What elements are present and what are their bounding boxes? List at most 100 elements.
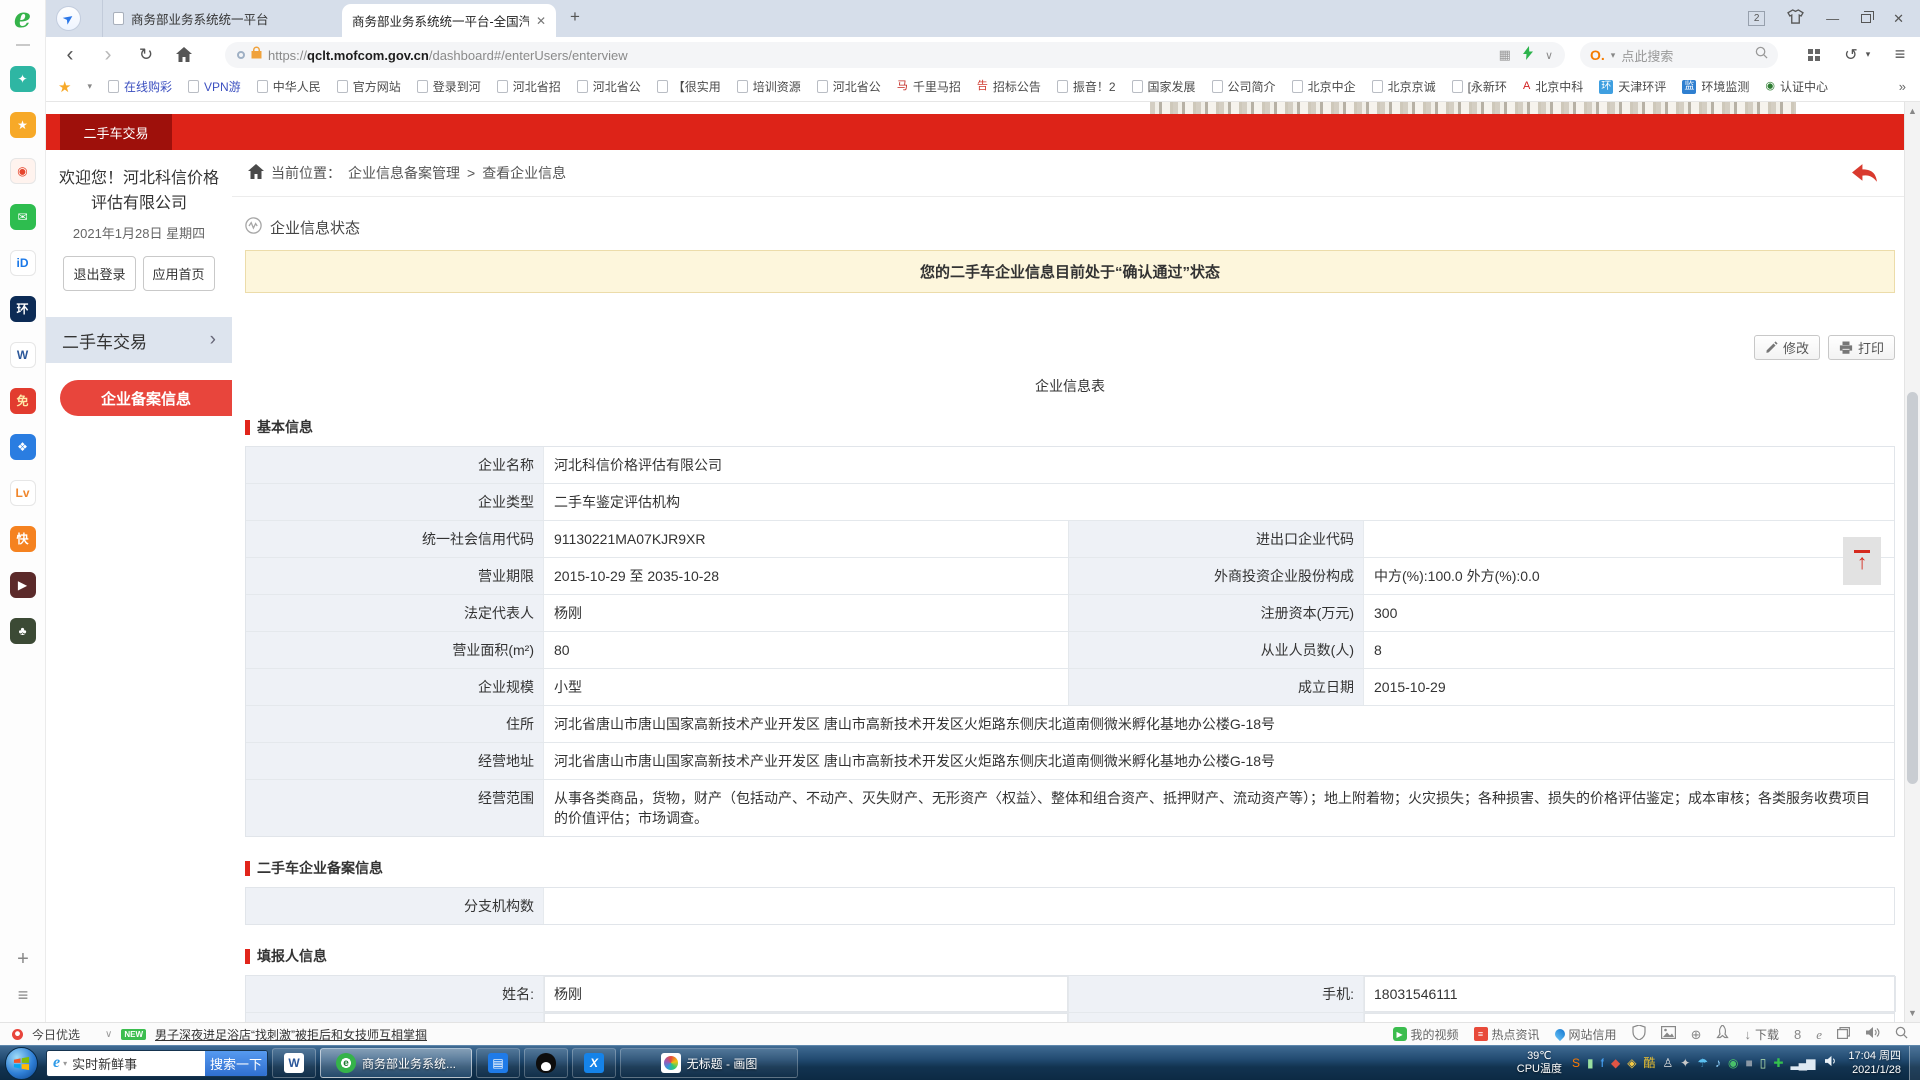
game-app-icon[interactable]: ♣ (10, 618, 36, 644)
search-engine-dropdown-icon[interactable]: ▾ (1611, 50, 1616, 61)
search-engine-icon[interactable]: O. (1590, 47, 1605, 63)
bookmark-item[interactable]: 河北省公 (577, 78, 641, 95)
diamond-tray-icon[interactable]: ◈ (1627, 1057, 1635, 1069)
scroll-up-icon[interactable]: ▲ (1905, 106, 1920, 116)
360-browser-logo-icon[interactable]: e (14, 4, 31, 34)
bookmark-item[interactable]: 【很实用 (657, 78, 721, 95)
health-tray-icon[interactable]: ✚ (1773, 1057, 1782, 1069)
return-arrow-icon[interactable] (1851, 163, 1878, 184)
favorites-dropdown-icon[interactable]: ▾ (87, 81, 92, 92)
bookmark-item[interactable]: VPN游 (188, 78, 241, 95)
show-desktop-button[interactable] (1909, 1046, 1920, 1080)
search-magnifier-icon[interactable] (1755, 46, 1768, 64)
browser-menu-icon[interactable]: ≡ (1888, 37, 1912, 72)
volume-icon[interactable] (1824, 1054, 1838, 1072)
bookmark-item[interactable]: 中华人民 (257, 78, 321, 95)
sparkle-tray-icon[interactable]: ✦ (1680, 1057, 1689, 1069)
sogou-tray-icon[interactable]: S (1572, 1057, 1579, 1069)
url-field[interactable]: https://qclt.mofcom.gov.cn/dashboard#/en… (225, 42, 1565, 68)
scrollbar-thumb[interactable] (1907, 392, 1918, 784)
music-tray-icon[interactable]: ♪ (1715, 1057, 1720, 1069)
bookmark-item[interactable]: A 北京中科 (1523, 78, 1583, 95)
word-doc-icon[interactable]: W (10, 342, 36, 368)
new-tab-button[interactable]: + (570, 7, 580, 27)
bookmark-item[interactable]: 登录到河 (417, 78, 481, 95)
lv-icon[interactable]: Lv (10, 480, 36, 506)
close-window-button[interactable]: ✕ (1893, 11, 1904, 27)
security-tray-icon[interactable]: ◆ (1611, 1057, 1619, 1069)
find-page-icon[interactable] (1895, 1026, 1908, 1042)
start-button[interactable] (5, 1047, 38, 1080)
taskbar-video-app-button[interactable]: ▤ (476, 1048, 520, 1078)
bookmarks-overflow-icon[interactable]: » (1893, 79, 1906, 94)
kuaishou-icon[interactable]: 快 (10, 526, 36, 552)
taskbar-search-button[interactable]: 搜索一下 (205, 1051, 267, 1076)
download-item[interactable]: ↓ 下载 (1744, 1026, 1779, 1043)
print-button[interactable]: 打印 (1828, 335, 1895, 360)
bookmark-item[interactable]: 河北省公 (817, 78, 881, 95)
taskbar-thunder-button[interactable]: X (572, 1048, 616, 1078)
minimize-button[interactable]: — (1826, 11, 1839, 26)
scroll-down-icon[interactable]: ▼ (1905, 1008, 1920, 1018)
weibo-icon[interactable]: ◉ (10, 158, 36, 184)
umbrella-tray-icon[interactable]: ☂ (1697, 1057, 1707, 1069)
logout-button[interactable]: 退出登录 (63, 256, 135, 291)
taskbar-paint-button[interactable]: 无标题 - 画图 (620, 1048, 798, 1078)
back-button[interactable]: ‹ (58, 37, 82, 72)
wechat-tray-icon[interactable]: ◉ (1728, 1057, 1737, 1069)
back-to-top-button[interactable]: ↑ (1843, 537, 1881, 585)
bookmark-item[interactable]: 在线购彩 (108, 78, 172, 95)
screenshot-icon[interactable] (1661, 1026, 1676, 1042)
add-app-icon[interactable]: + (17, 948, 29, 971)
flash-tray-icon[interactable]: f (1601, 1057, 1603, 1069)
refresh-button[interactable]: ↻ (134, 37, 158, 72)
edit-button[interactable]: 修改 (1754, 335, 1820, 360)
shield-icon[interactable] (1632, 1025, 1646, 1043)
collapse-news-icon[interactable]: ∨ (105, 1029, 112, 1040)
news-headline-link[interactable]: 男子深夜进足浴店“找刺激”被拒后和女技师互相掌掴 (155, 1026, 427, 1043)
app-home-button[interactable]: 应用首页 (143, 256, 215, 291)
speed-bolt-icon[interactable] (1523, 46, 1533, 65)
mute-speaker-icon[interactable] (1865, 1026, 1880, 1042)
boost-rocket-icon[interactable] (1716, 1025, 1729, 1043)
bookmark-item[interactable]: 北京中企 (1292, 78, 1356, 95)
today-pick-label[interactable]: 今日优选 (32, 1026, 80, 1043)
bookmark-item[interactable]: 监 环境监测 (1682, 78, 1749, 95)
window-mode-icon[interactable] (1837, 1027, 1850, 1042)
360-wallet-icon[interactable]: ✦ (10, 66, 36, 92)
bookmark-item[interactable]: 公司简介 (1212, 78, 1276, 95)
tab-active[interactable]: 商务部业务系统统一平台-全国汽 ✕ (342, 4, 556, 37)
taskbar-word-button[interactable]: W (272, 1048, 316, 1078)
tab-close-icon[interactable]: ✕ (536, 14, 546, 28)
band-expand-icon[interactable]: ▾ (63, 1059, 67, 1068)
free-novel-icon[interactable]: 免 (10, 388, 36, 414)
favorites-star-icon[interactable]: ★ (10, 112, 36, 138)
undo-closed-tab-icon[interactable]: ↺ (1840, 37, 1862, 72)
bookmark-item[interactable]: ◉ 认证中心 (1765, 78, 1828, 95)
taskbar-clock[interactable]: 17:04 周四 2021/1/28 (1848, 1049, 1901, 1077)
favorites-star-icon[interactable]: ★ (58, 78, 71, 96)
bookmark-item[interactable]: 官方网站 (337, 78, 401, 95)
proxy-icon[interactable]: 8 (1794, 1028, 1801, 1041)
taskbar-browser-button[interactable]: e 商务部业务系统... (320, 1048, 472, 1078)
huanqiu-school-icon[interactable]: 环 (10, 296, 36, 322)
skin-theme-icon[interactable] (1787, 9, 1804, 29)
bookmark-item[interactable]: 北京京诚 (1372, 78, 1436, 95)
bookmark-item[interactable]: [永新环 (1452, 78, 1507, 95)
apps-grid-icon[interactable] (1804, 37, 1824, 72)
tab-count-badge[interactable]: 2 (1748, 11, 1765, 26)
ku-tray-icon[interactable]: 酷 (1643, 1057, 1654, 1069)
network-signal-tray-icon[interactable]: ▂▄▆ (1790, 1057, 1814, 1069)
usb-tray-icon[interactable]: ▮ (1587, 1057, 1593, 1069)
taskbar-qq-button[interactable] (524, 1048, 568, 1078)
site-credit-item[interactable]: 网站信用 (1555, 1026, 1617, 1043)
usb-eject-tray-icon[interactable]: ▯ (1760, 1057, 1766, 1069)
video-app-icon[interactable]: ▶ (10, 572, 36, 598)
box-tray-icon[interactable]: ■ (1746, 1057, 1752, 1069)
bookmark-item[interactable]: 振音！2 (1057, 78, 1116, 95)
undo-dropdown-icon[interactable]: ▾ (1862, 37, 1874, 72)
restore-button[interactable] (1861, 14, 1871, 23)
site-info-icon[interactable] (237, 51, 245, 59)
map-icon[interactable]: ❖ (10, 434, 36, 460)
strip-menu-icon[interactable]: ≡ (18, 985, 29, 1006)
